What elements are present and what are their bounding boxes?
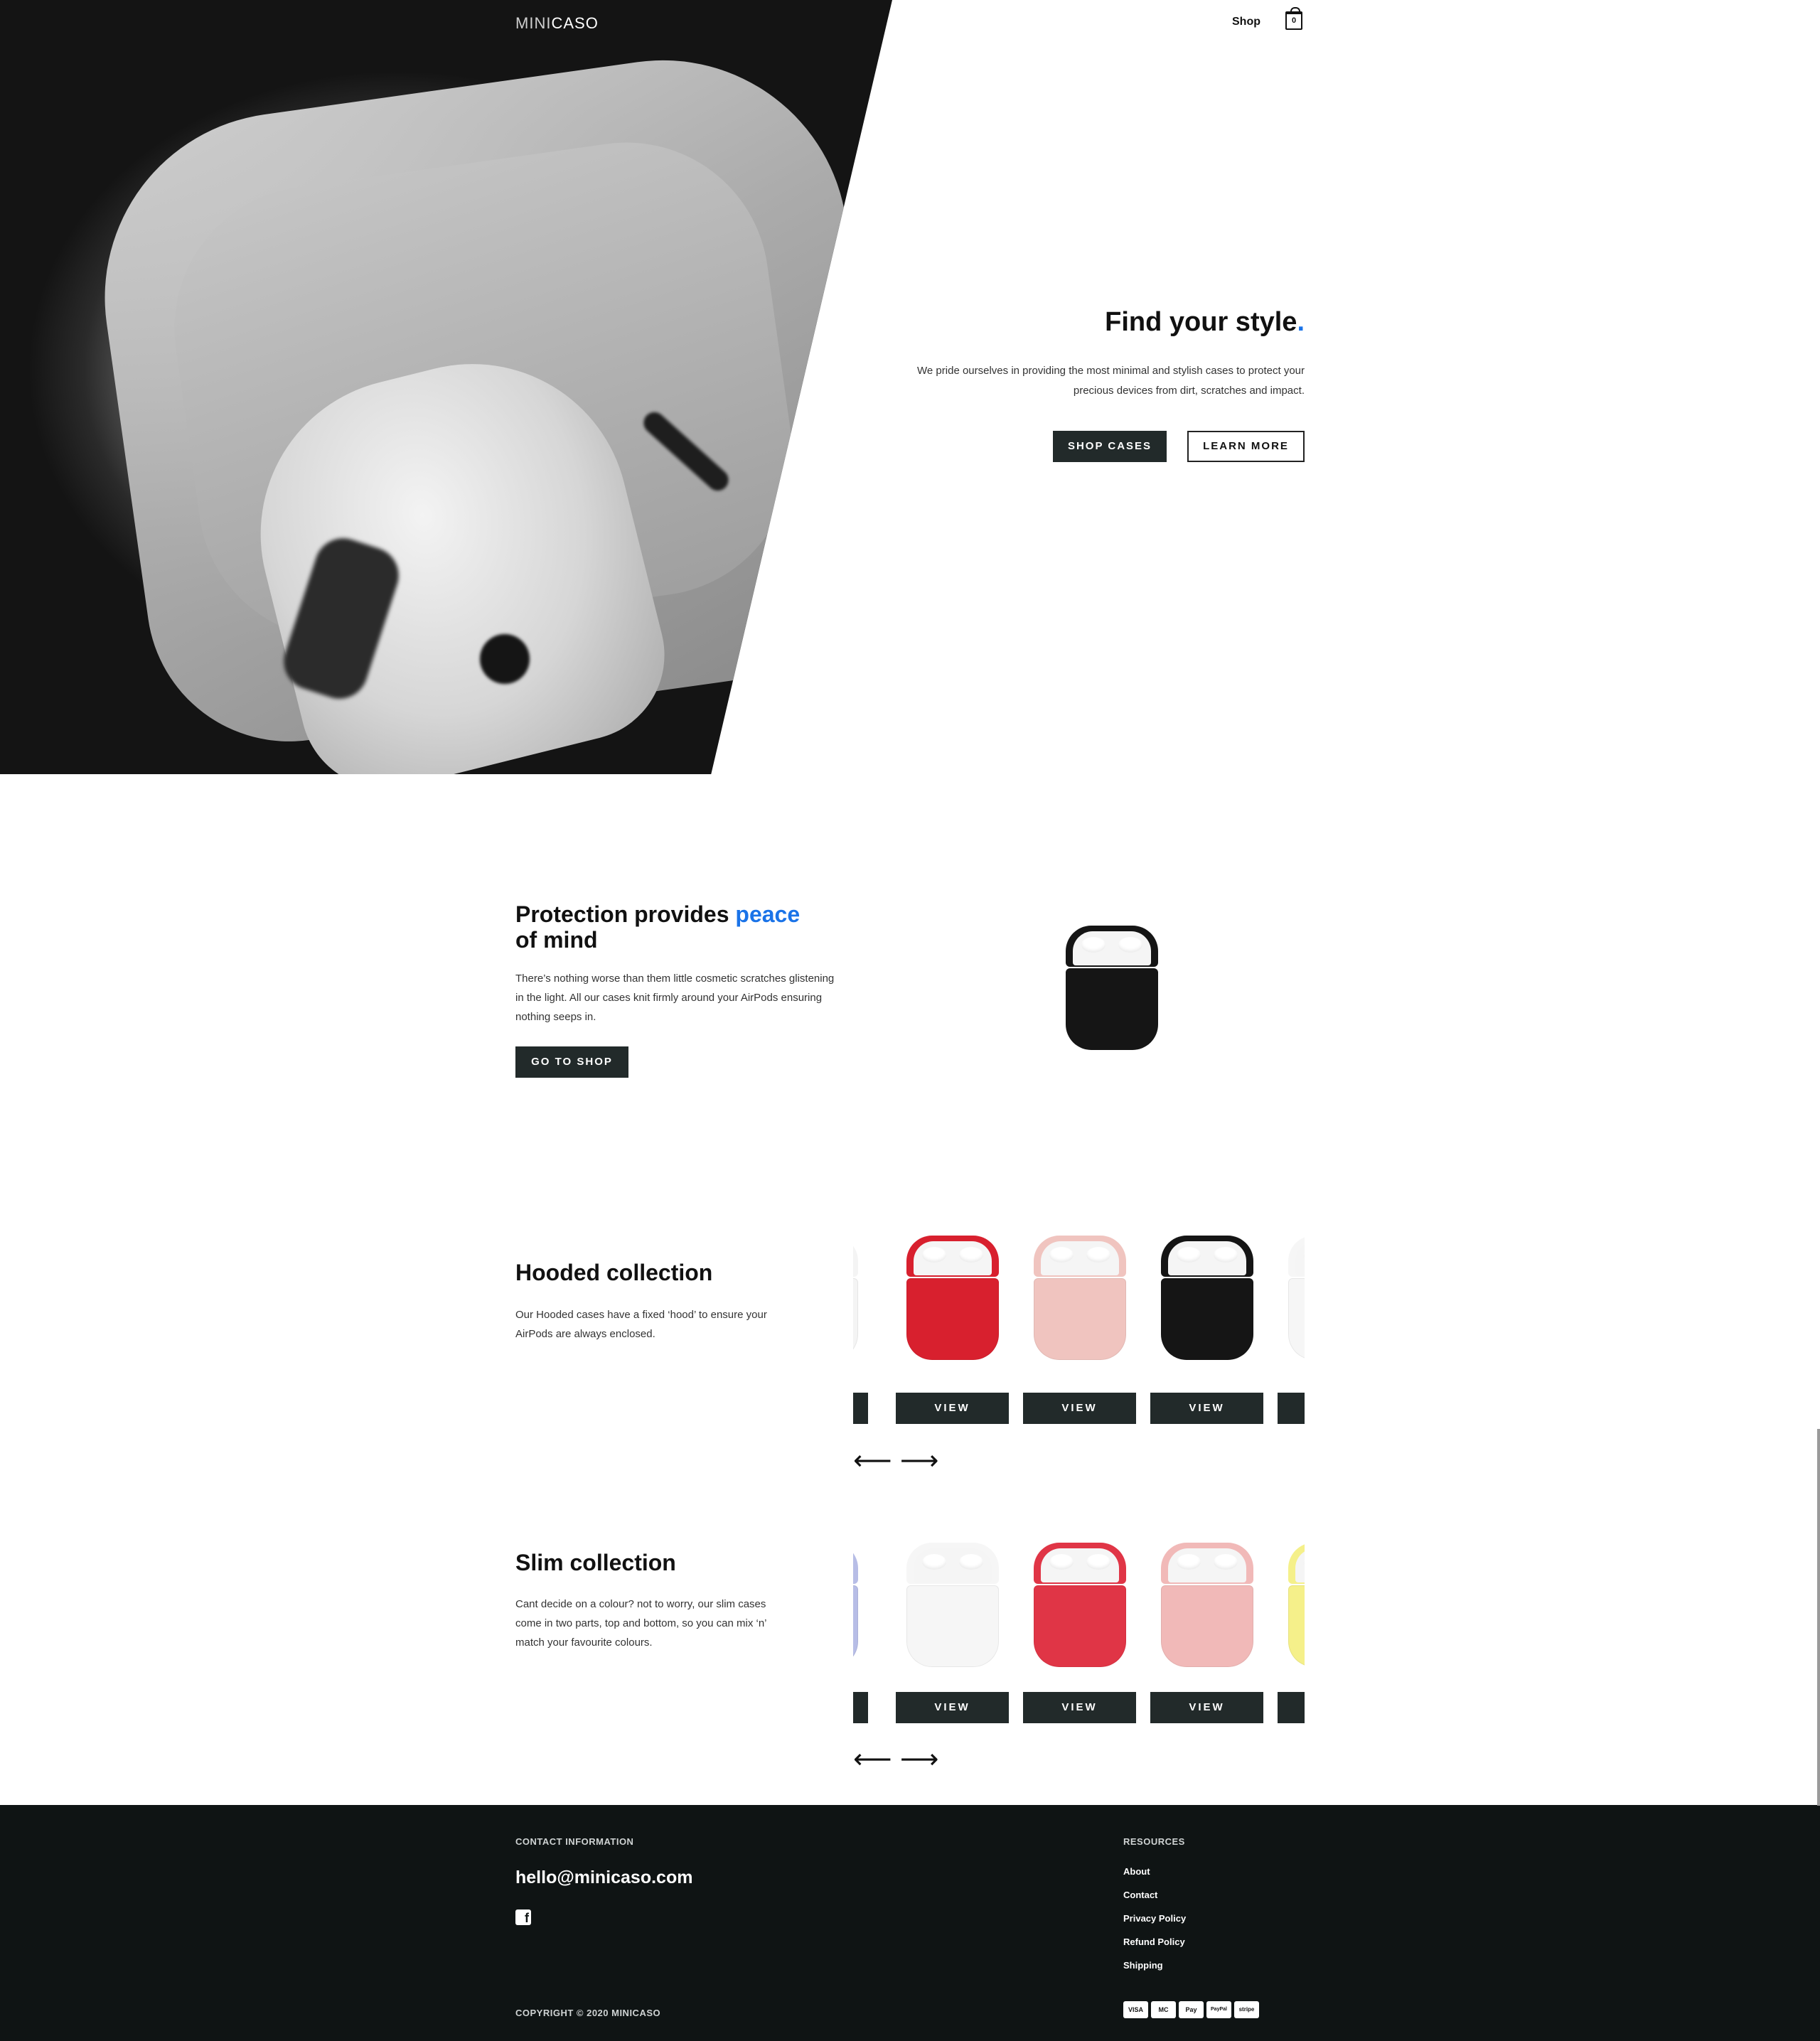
footer-link-shipping[interactable]: Shipping — [1123, 1960, 1163, 1971]
product-slide[interactable]: VIEW — [1278, 1236, 1305, 1424]
view-product-button[interactable]: VIEW — [1278, 1393, 1305, 1424]
contact-info-label: CONTACT INFORMATION — [515, 1836, 634, 1847]
slim-product-carousel[interactable]: VIEW VIEW VIEW VIEW VIEW — [853, 1543, 1305, 1724]
view-product-button[interactable]: VIEW — [853, 1393, 868, 1424]
footer-link-about[interactable]: About — [1123, 1866, 1150, 1877]
product-slide[interactable]: VIEW — [1150, 1543, 1263, 1723]
protection-title: Protection provides peace of mind — [515, 901, 801, 953]
product-slide[interactable]: VIEW — [896, 1543, 1009, 1723]
product-slide[interactable]: VIEW — [1023, 1543, 1136, 1723]
hooded-product-carousel[interactable]: VIEW VIEW VIEW VIEW VIEW — [853, 1236, 1305, 1424]
product-slide[interactable]: VIEW — [1023, 1236, 1136, 1424]
airpod-case-image — [1288, 1236, 1305, 1360]
footer-link-privacy-policy[interactable]: Privacy Policy — [1123, 1913, 1186, 1924]
product-slide[interactable]: VIEW — [896, 1236, 1009, 1424]
protection-description: There’s nothing worse than them little c… — [515, 973, 835, 1023]
view-product-button[interactable]: VIEW — [896, 1393, 1009, 1424]
airpod-case-image — [1034, 1543, 1126, 1667]
logo-bold-text: CASO — [551, 14, 599, 32]
hero-description: We pride ourselves in providing the most… — [917, 365, 1305, 397]
hero-section: MINICASO Shop 0 Find your style. We prid… — [0, 0, 1820, 774]
view-product-button[interactable]: VIEW — [1150, 1393, 1263, 1424]
footer-link-refund-policy[interactable]: Refund Policy — [1123, 1936, 1185, 1947]
paypal-icon: PayPal — [1206, 2001, 1231, 2018]
product-slide[interactable]: VIEW — [853, 1543, 868, 1723]
product-slide[interactable]: VIEW — [1150, 1236, 1263, 1424]
copyright-text: COPYRIGHT © 2020 MINICASO — [515, 2008, 661, 2018]
airpod-case-image — [906, 1543, 999, 1667]
slim-collection-title: Slim collection — [515, 1550, 676, 1575]
hooded-collection-description: Our Hooded cases have a fixed ‘hood’ to … — [515, 1309, 767, 1340]
go-to-shop-button[interactable]: GO TO SHOP — [515, 1046, 628, 1078]
learn-more-button[interactable]: LEARN MORE — [1187, 431, 1305, 462]
nav-shop-link[interactable]: Shop — [1232, 16, 1260, 28]
shop-cases-button[interactable]: SHOP CASES — [1053, 431, 1167, 462]
slim-prev-arrow[interactable]: ⟵ — [853, 1746, 892, 1773]
site-footer — [0, 1805, 1820, 2041]
view-product-button[interactable]: VIEW — [1023, 1393, 1136, 1424]
view-product-button[interactable]: VIEW — [1023, 1692, 1136, 1723]
hero-airpods-image — [0, 0, 892, 774]
airpod-case-image — [906, 1236, 999, 1360]
hooded-collection-title: Hooded collection — [515, 1260, 713, 1285]
page-scrollbar[interactable] — [1817, 1429, 1820, 1806]
product-slide[interactable]: VIEW — [1278, 1543, 1305, 1723]
hero-title: Find your style. — [1105, 307, 1305, 337]
view-product-button[interactable]: VIEW — [896, 1692, 1009, 1723]
slim-next-arrow[interactable]: ⟶ — [900, 1746, 938, 1773]
hooded-next-arrow[interactable]: ⟶ — [900, 1447, 938, 1474]
airpod-case-image — [853, 1236, 858, 1360]
black-airpod-case-image — [1066, 926, 1158, 1050]
airpod-case-image — [1161, 1543, 1253, 1667]
resources-label: RESOURCES — [1123, 1836, 1185, 1847]
footer-link-contact[interactable]: Contact — [1123, 1890, 1157, 1900]
cart-bag-icon[interactable]: 0 — [1285, 7, 1302, 30]
contact-email-link[interactable]: hello@minicaso.com — [515, 1868, 692, 1888]
mastercard-icon: MC — [1151, 2001, 1176, 2018]
facebook-icon[interactable]: f — [515, 1909, 531, 1925]
airpod-case-image — [1161, 1236, 1253, 1360]
slim-collection-description: Cant decide on a colour? not to worry, o… — [515, 1598, 766, 1649]
airpod-case-image — [853, 1543, 858, 1667]
airpod-case-image — [1034, 1236, 1126, 1360]
hooded-prev-arrow[interactable]: ⟵ — [853, 1447, 892, 1474]
view-product-button[interactable]: VIEW — [853, 1692, 868, 1723]
site-logo[interactable]: MINICASO — [515, 14, 599, 33]
visa-icon: VISA — [1123, 2001, 1148, 2018]
stripe-icon: stripe — [1234, 2001, 1259, 2018]
airpod-case-image — [1288, 1543, 1305, 1667]
view-product-button[interactable]: VIEW — [1150, 1692, 1263, 1723]
view-product-button[interactable]: VIEW — [1278, 1692, 1305, 1723]
logo-light-text: MINI — [515, 14, 552, 32]
product-slide[interactable]: VIEW — [853, 1236, 868, 1424]
apple-pay-icon: Pay — [1179, 2001, 1204, 2018]
